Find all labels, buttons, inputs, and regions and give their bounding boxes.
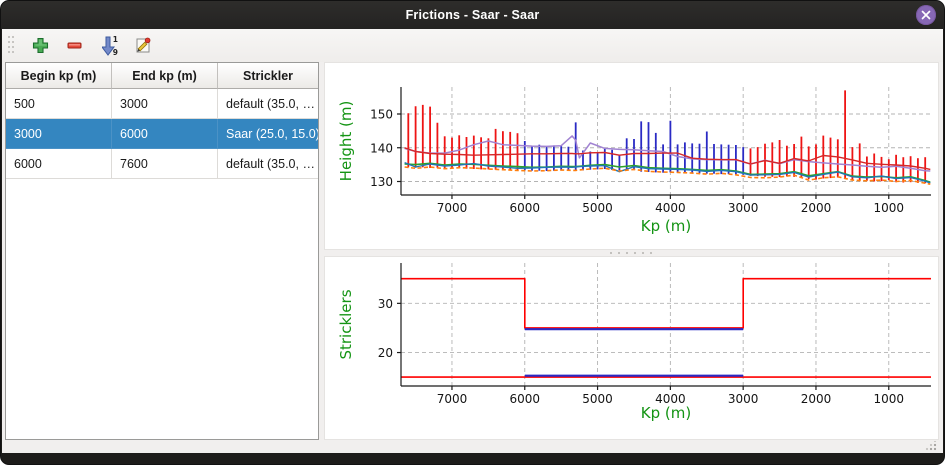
edit-icon (133, 36, 152, 55)
cell-end-kp[interactable]: 6000 (112, 119, 218, 149)
svg-text:4000: 4000 (655, 201, 686, 215)
svg-text:Stricklers: Stricklers (337, 290, 355, 360)
cell-strickler[interactable]: default (35.0, … (218, 149, 318, 179)
sort-icon-bottom-number: 9 (113, 49, 118, 56)
minus-icon (66, 37, 83, 54)
svg-text:140: 140 (370, 141, 393, 155)
svg-text:6000: 6000 (509, 201, 540, 215)
svg-text:1000: 1000 (874, 392, 905, 406)
svg-text:7000: 7000 (437, 392, 468, 406)
table-row-3[interactable]: 6000 7600 default (35.0, … (6, 149, 318, 179)
close-icon (921, 10, 931, 20)
svg-text:Height (m): Height (m) (337, 101, 355, 182)
sort-icon-top-number: 1 (113, 36, 118, 43)
edit-row-button[interactable] (129, 33, 155, 59)
resize-grip[interactable] (925, 441, 937, 451)
close-button[interactable] (916, 5, 936, 25)
add-row-button[interactable] (27, 33, 53, 59)
frictions-window: Frictions - Saar - Saar (0, 0, 945, 465)
svg-text:5000: 5000 (582, 201, 613, 215)
splitter-dots (610, 252, 654, 254)
cell-end-kp[interactable]: 7600 (112, 149, 218, 179)
svg-text:30: 30 (378, 297, 393, 311)
table-row-2-selected[interactable]: 3000 6000 Saar (25.0, 15.0) (6, 119, 318, 149)
svg-text:2000: 2000 (801, 392, 832, 406)
svg-text:6000: 6000 (509, 392, 540, 406)
content-row: Begin kp (m) End kp (m) Strickler 500 30… (2, 62, 943, 440)
svg-text:20: 20 (378, 347, 393, 361)
charts-column: 7000 6000 5000 4000 3000 2000 1000 130 140 150 Kp … (324, 62, 939, 440)
svg-text:3000: 3000 (728, 201, 759, 215)
sort-rows-button[interactable]: 1 9 (95, 33, 121, 59)
height-chart-panel: 7000 6000 5000 4000 3000 2000 1000 130 140 150 Kp … (324, 62, 939, 250)
cell-strickler[interactable]: default (35.0, … (218, 89, 318, 119)
table-empty-area (6, 179, 318, 439)
cell-end-kp[interactable]: 3000 (112, 89, 218, 119)
svg-text:130: 130 (370, 175, 393, 189)
cell-begin-kp[interactable]: 500 (6, 89, 112, 119)
svg-text:1000: 1000 (874, 201, 905, 215)
titlebar[interactable]: Frictions - Saar - Saar (1, 1, 944, 29)
status-bar (2, 440, 943, 453)
svg-text:2000: 2000 (801, 201, 832, 215)
column-header-begin-kp[interactable]: Begin kp (m) (6, 63, 112, 89)
toolbar: 1 9 (2, 29, 943, 62)
window-title: Frictions - Saar - Saar (406, 8, 540, 22)
table-row-1[interactable]: 500 3000 default (35.0, … (6, 89, 318, 119)
column-header-strickler[interactable]: Strickler (218, 63, 318, 89)
svg-text:150: 150 (370, 108, 393, 122)
frictions-table: Begin kp (m) End kp (m) Strickler 500 30… (5, 62, 319, 440)
height-vs-kp-chart: 7000 6000 5000 4000 3000 2000 1000 130 140 150 Kp … (325, 63, 939, 250)
stricklers-vs-kp-chart: 70006000500040003000200010002030Kp (m)St… (325, 257, 939, 440)
plus-icon (32, 37, 49, 54)
cell-strickler[interactable]: Saar (25.0, 15.0) (218, 119, 318, 149)
svg-text:Kp (m): Kp (m) (641, 217, 691, 235)
remove-row-button[interactable] (61, 33, 87, 59)
chart-splitter-handle[interactable] (324, 250, 939, 257)
cell-begin-kp[interactable]: 3000 (6, 119, 112, 149)
main-area: 1 9 Begin kp (m) End kp (m) (2, 29, 943, 453)
svg-text:7000: 7000 (437, 201, 468, 215)
stricklers-chart-panel: 70006000500040003000200010002030Kp (m)St… (324, 256, 939, 440)
toolbar-drag-handle[interactable] (8, 36, 15, 56)
cell-begin-kp[interactable]: 6000 (6, 149, 112, 179)
column-header-end-kp[interactable]: End kp (m) (112, 63, 218, 89)
svg-text:3000: 3000 (728, 392, 759, 406)
svg-text:Kp (m): Kp (m) (641, 404, 691, 422)
svg-text:5000: 5000 (582, 392, 613, 406)
table-header: Begin kp (m) End kp (m) Strickler (6, 63, 318, 89)
